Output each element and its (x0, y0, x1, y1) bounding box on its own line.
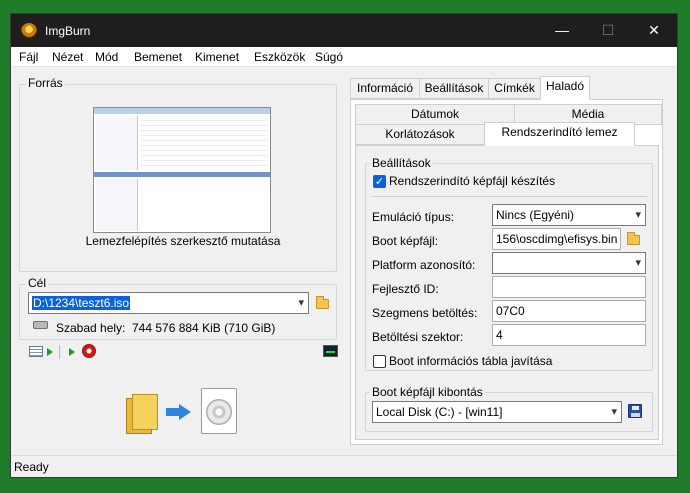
free-space-label: Szabad hely: (56, 321, 126, 335)
save-disk-icon[interactable] (628, 404, 642, 418)
status-bar: Ready (11, 455, 677, 477)
tab-restrictions[interactable]: Korlátozások (355, 124, 485, 145)
patch-boot-info-table-label: Boot információs tábla javítása (389, 354, 553, 368)
chevron-down-icon[interactable]: ▾ (635, 208, 641, 221)
divider (371, 196, 647, 197)
load-segment-value: 07C0 (496, 304, 525, 318)
arrow-right-icon (166, 404, 192, 420)
emulation-type-select[interactable]: Nincs (Egyéni) ▾ (492, 204, 646, 226)
extract-boot-image-group-label: Boot képfájl kibontás (370, 385, 485, 399)
developer-id-field[interactable] (492, 276, 646, 298)
platform-id-label: Platform azonosító: (372, 258, 476, 272)
destination-path-value: D:\1234\teszt6.iso (32, 296, 131, 310)
play-queue-icon[interactable] (69, 348, 75, 356)
log-list-icon[interactable] (29, 346, 43, 357)
title-bar: ImgBurn — ☐ ✕ (11, 14, 677, 47)
sectors-to-load-value: 4 (496, 328, 503, 342)
folder-source-icon (126, 394, 158, 434)
source-group-label: Forrás (26, 76, 65, 90)
boot-image-field[interactable]: 156\oscdimg\efisys.bin (492, 228, 621, 250)
menu-output[interactable]: Kimenet (195, 50, 239, 64)
load-segment-label: Szegmens betöltés: (372, 306, 478, 320)
sectors-to-load-label: Betöltési szektor: (372, 330, 464, 344)
layout-editor-caption: Lemezfelépítés szerkesztő mutatása (85, 234, 281, 248)
load-segment-field[interactable]: 07C0 (492, 300, 646, 322)
boot-image-value: 156\oscdimg\efisys.bin (496, 232, 618, 246)
image-file-disc-icon (201, 388, 237, 434)
chevron-down-icon[interactable]: ▾ (611, 405, 617, 418)
menu-bar: Fájl Nézet Mód Bemenet Kimenet Eszközök … (11, 47, 677, 67)
window-title: ImgBurn (45, 24, 91, 38)
imgburn-window: ImgBurn — ☐ ✕ Fájl Nézet Mód Bemenet Kim… (10, 13, 678, 478)
maximize-button[interactable]: ☐ (585, 14, 631, 47)
layout-editor-preview-image[interactable] (93, 107, 271, 233)
sectors-to-load-field[interactable]: 4 (492, 324, 646, 346)
boot-settings-group-label: Beállítások (370, 156, 433, 170)
destination-group-label: Cél (26, 276, 49, 290)
menu-view[interactable]: Nézet (52, 50, 83, 64)
tab-bootable-disc[interactable]: Rendszerindító lemez (484, 122, 635, 146)
browse-folder-icon[interactable] (315, 295, 331, 311)
toolbar-divider (59, 345, 60, 359)
emulation-type-value: Nincs (Egyéni) (496, 208, 575, 222)
chevron-down-icon[interactable]: ▾ (298, 296, 304, 309)
status-text: Ready (14, 460, 49, 474)
extract-drive-select[interactable]: Local Disk (C:) - [win11] ▾ (372, 401, 622, 423)
imgburn-logo-icon (21, 23, 37, 39)
boot-image-label: Boot képfájl: (372, 234, 439, 248)
menu-tools[interactable]: Eszközök (254, 50, 305, 64)
emulation-type-label: Emuláció típus: (372, 210, 455, 224)
tab-settings[interactable]: Beállítások (419, 78, 489, 99)
extract-drive-value: Local Disk (C:) - [win11] (376, 405, 503, 419)
minimize-button[interactable]: — (539, 14, 585, 47)
close-button[interactable]: ✕ (631, 14, 677, 47)
disc-refresh-icon[interactable] (82, 344, 96, 358)
menu-input[interactable]: Bemenet (134, 50, 182, 64)
make-bootable-checkbox[interactable]: ✓ (373, 175, 386, 188)
browse-boot-image-icon[interactable] (626, 231, 642, 247)
drive-icon (33, 321, 48, 329)
play-arrow-icon[interactable] (47, 348, 53, 356)
tab-advanced[interactable]: Haladó (540, 76, 590, 100)
free-space-value: 744 576 884 KiB (710 GiB) (132, 321, 276, 335)
menu-help[interactable]: Súgó (315, 50, 343, 64)
menu-file[interactable]: Fájl (19, 50, 38, 64)
tab-labels[interactable]: Címkék (488, 78, 541, 99)
destination-path-combo[interactable]: D:\1234\teszt6.iso ▾ (28, 292, 309, 314)
tab-information[interactable]: Információ (350, 78, 420, 99)
patch-boot-info-table-checkbox[interactable] (373, 355, 386, 368)
developer-id-label: Fejlesztő ID: (372, 282, 439, 296)
make-bootable-label: Rendszerindító képfájl készítés (389, 174, 556, 188)
graph-icon[interactable] (323, 345, 338, 357)
chevron-down-icon[interactable]: ▾ (635, 256, 641, 269)
platform-id-select[interactable]: ▾ (492, 252, 646, 274)
menu-mode[interactable]: Mód (95, 50, 118, 64)
